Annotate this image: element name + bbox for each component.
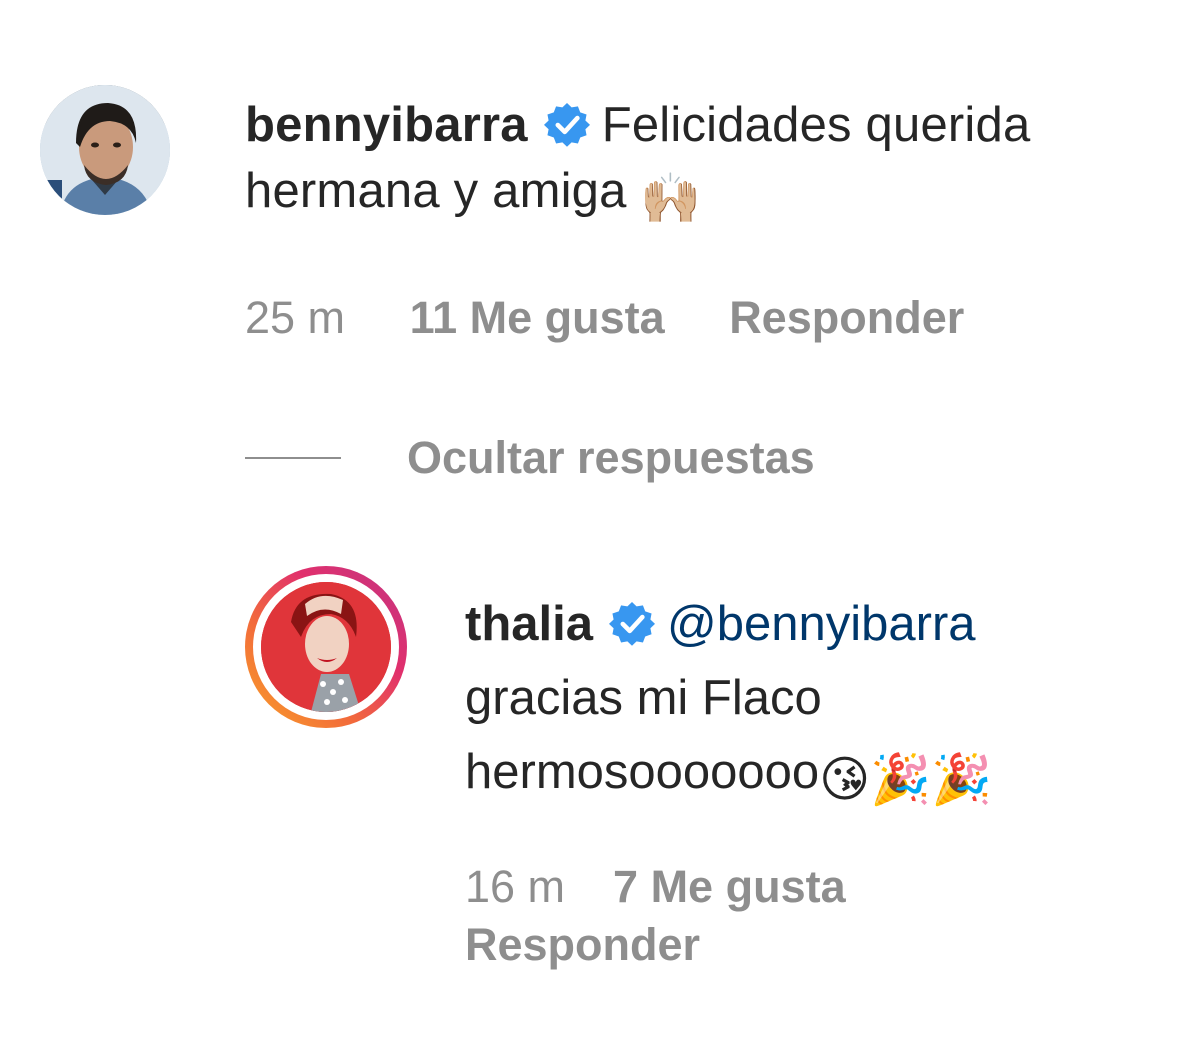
reply-button[interactable]: Responder (465, 919, 700, 970)
reply-button[interactable]: Responder (729, 292, 964, 343)
comment-username[interactable]: bennyibarra (245, 98, 528, 152)
avatar (261, 582, 391, 712)
avatar-photo (261, 582, 391, 712)
comment-meta: 25 m 11 Me gusta Responder (245, 292, 964, 344)
comment-likes-link[interactable]: 11 Me gusta (410, 292, 665, 343)
avatar-ring-gap (253, 574, 399, 720)
divider-line (245, 457, 341, 459)
avatar-photo (40, 85, 170, 215)
comment: bennyibarra Felicidades querida hermana y… (0, 0, 1200, 360)
kiss-party-emoji: 😘🎉🎉 (819, 753, 993, 807)
avatar[interactable] (40, 85, 170, 215)
reply-meta: 16 m 7 Me gusta Responder (465, 858, 1065, 974)
reply-username[interactable]: thalia (465, 597, 593, 651)
hide-replies-toggle[interactable]: Ocultar respuestas (245, 428, 815, 488)
verified-badge-icon (543, 102, 590, 148)
comments-panel: bennyibarra Felicidades querida hermana y… (0, 0, 1200, 1050)
raising-hands-emoji: 🙌🏼 (640, 172, 702, 226)
comment-timestamp: 25 m (245, 292, 346, 343)
reply-body: thalia @bennyibarra gracias mi Flaco herm… (465, 587, 1165, 817)
reply-likes-link[interactable]: 7 Me gusta (613, 861, 846, 912)
mention-link[interactable]: @bennyibarra (667, 597, 976, 651)
comment-body: bennyibarra Felicidades querida hermana y… (245, 92, 1175, 232)
reply-text: gracias mi Flaco hermosooooooo (465, 671, 822, 799)
reply-timestamp: 16 m (465, 861, 566, 912)
verified-badge-icon (608, 601, 655, 647)
hide-replies-label: Ocultar respuestas (407, 432, 815, 483)
story-ring-avatar[interactable] (245, 566, 407, 728)
